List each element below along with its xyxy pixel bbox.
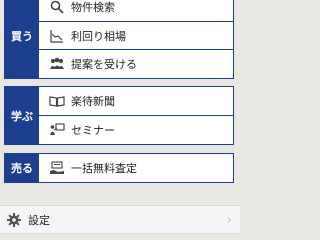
menu-item-label: 楽待新聞 xyxy=(71,95,115,108)
buy-section-label: 買う xyxy=(5,0,39,78)
settings-row[interactable]: 設定 › xyxy=(0,205,240,234)
menu-item-seminar[interactable]: セミナー xyxy=(39,116,233,144)
learn-group: 学ぶ 楽待新聞 セミナー xyxy=(4,86,234,145)
chart-icon xyxy=(49,28,65,44)
menu-item-label: 一括無料査定 xyxy=(71,162,137,175)
menu-item-free-assessment[interactable]: 一括無料査定 xyxy=(39,154,233,182)
menu-item-label: 物件検索 xyxy=(71,0,115,14)
sell-menu: 一括無料査定 xyxy=(39,154,233,182)
menu-item-yield-market[interactable]: 利回り相場 xyxy=(39,22,233,51)
search-icon xyxy=(49,0,65,15)
buy-menu: 物件検索 利回り相場 提案を受ける xyxy=(39,0,233,78)
chevron-right-icon: › xyxy=(226,211,232,228)
people-icon xyxy=(49,56,65,72)
settings-label: 設定 xyxy=(28,213,50,227)
presenter-icon xyxy=(49,122,65,138)
learn-section-label: 学ぶ xyxy=(5,87,39,144)
learn-menu: 楽待新聞 セミナー xyxy=(39,87,233,144)
menu-item-property-search[interactable]: 物件検索 xyxy=(39,0,233,22)
menu-item-label: 利回り相場 xyxy=(71,29,126,43)
menu-item-label: セミナー xyxy=(71,124,115,137)
assessment-icon xyxy=(49,160,65,176)
menu-item-rakumachi-news[interactable]: 楽待新聞 xyxy=(39,87,233,116)
menu-item-receive-proposals[interactable]: 提案を受ける xyxy=(39,50,233,78)
sell-section-label: 売る xyxy=(5,154,39,182)
sell-group: 売る 一括無料査定 xyxy=(4,153,234,183)
book-icon xyxy=(49,93,65,109)
menu-item-label: 提案を受ける xyxy=(71,58,137,72)
gear-icon xyxy=(6,212,22,228)
buy-group: 買う 物件検索 利回り相場 提案を受ける xyxy=(4,0,234,79)
